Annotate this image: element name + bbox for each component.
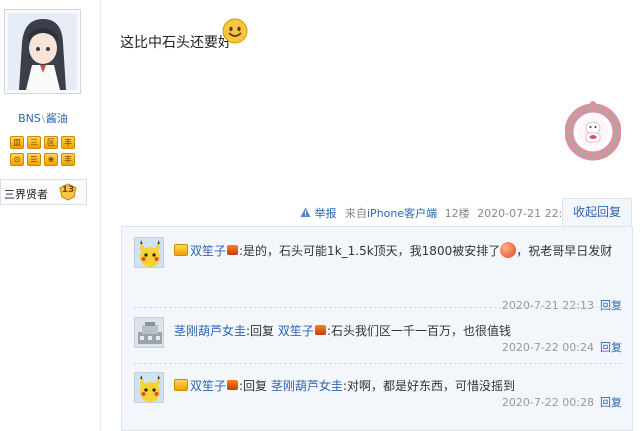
reply-avatar[interactable] [134, 317, 164, 348]
vip-icon [227, 380, 239, 390]
post-content: 这比中石头还要好 [120, 35, 232, 51]
reply-divider [134, 363, 622, 364]
level-name: 三界贤者 [4, 188, 48, 201]
warning-icon [300, 207, 311, 217]
reply-item: 茎刚葫芦女圭:回复 双笙子:石头我们区一千一百万，也很值钱 2020-7-22 … [134, 317, 622, 357]
reply-content: :石头我们区一千一百万，也很值钱 [326, 324, 511, 338]
badge-icon[interactable]: ⊙ [10, 153, 24, 166]
badge-icon[interactable]: 丰 [61, 153, 75, 166]
collapse-replies-button[interactable]: 收起回复 [562, 198, 632, 226]
member-level-icon [174, 244, 188, 256]
reply-divider [134, 307, 622, 308]
badge-icon[interactable]: 三 [27, 136, 41, 149]
reply-timestamp: 2020-7-22 00:24 回复 [501, 341, 622, 354]
vip-icon [314, 325, 326, 335]
reply-timestamp: 2020-7-21 22:13 回复 [501, 299, 622, 312]
post-meta: 举报 来自iPhone客户端 12楼 2020-07-21 22:11 [300, 205, 576, 221]
badge-icon[interactable]: ☰ [27, 153, 41, 166]
reply-content: :是的，石头可能1k_1.5k顶天，我1800被安排了 [239, 244, 501, 258]
reply-author-link[interactable]: 茎刚葫芦女圭 [174, 324, 246, 338]
reply-author-link[interactable]: 双笙子 [190, 379, 226, 393]
smile-emoji-icon [222, 18, 248, 44]
avatar-image [8, 13, 77, 90]
username[interactable]: BNS\酱油 [0, 110, 86, 126]
floor-number: 12楼 [444, 207, 470, 220]
reply-target-link[interactable]: 茎刚葫芦女圭 [271, 379, 343, 393]
reply-button[interactable]: 回复 [600, 341, 622, 354]
reply-avatar[interactable] [134, 372, 164, 403]
badge-grid: 皿 三 区 丰 ⊙ ☰ ❀ 丰 [10, 136, 80, 166]
user-sidebar: BNS\酱油 皿 三 区 丰 ⊙ ☰ ❀ 丰 三界贤者 13 [0, 0, 101, 431]
reply-author-link[interactable]: 双笙子 [190, 244, 226, 258]
via-label: 来自 [345, 207, 367, 220]
client-link[interactable]: iPhone客户端 [367, 207, 437, 220]
badge-icon[interactable]: 区 [44, 136, 58, 149]
reply-item: 双笙子:回复 茎刚葫芦女圭:对啊，都是好东西，可惜没摇到 2020-7-22 0… [134, 372, 622, 412]
reply-avatar[interactable] [134, 237, 164, 268]
vip-icon [227, 245, 239, 255]
user-level-card[interactable]: 三界贤者 13 [0, 179, 87, 205]
reply-panel: 双笙子 :是的，石头可能1k_1.5k顶天，我1800被安排了 ，祝老哥早日发财 2… [121, 226, 633, 431]
reply-button[interactable]: 回复 [600, 299, 622, 312]
reply-content-tail: ，祝老哥早日发财 [516, 244, 613, 258]
reply-content: :对啊，都是好东西，可惜没摇到 [342, 379, 515, 393]
reply-button[interactable]: 回复 [600, 396, 622, 409]
badge-icon[interactable]: 皿 [10, 136, 24, 149]
reply-text: 双笙子 :是的，石头可能1k_1.5k顶天，我1800被安排了 ，祝老哥早日发财 [174, 241, 622, 262]
reply-item: 双笙子 :是的，石头可能1k_1.5k顶天，我1800被安排了 ，祝老哥早日发财 2… [134, 237, 622, 312]
level-number: 13 [61, 185, 75, 195]
decorative-wreath-image [565, 101, 621, 161]
badge-icon[interactable]: ❀ [44, 153, 58, 166]
report-link[interactable]: 举报 [315, 207, 337, 220]
user-avatar[interactable] [4, 9, 81, 94]
member-level-icon [174, 379, 188, 391]
emoji-icon [500, 242, 517, 258]
badge-icon[interactable]: 丰 [61, 136, 75, 149]
reply-timestamp: 2020-7-22 00:28 回复 [501, 396, 622, 409]
reply-target-link[interactable]: 双笙子 [278, 324, 314, 338]
